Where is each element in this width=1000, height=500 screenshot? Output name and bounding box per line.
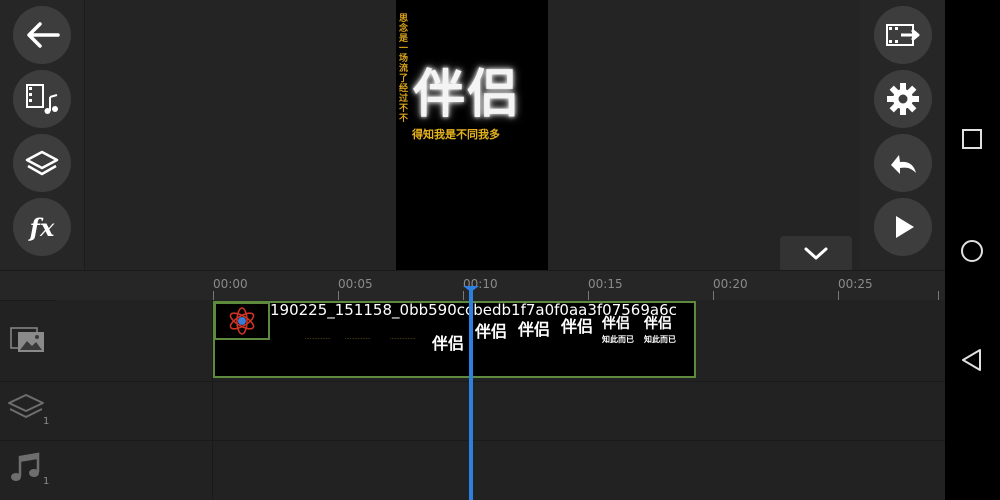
layers-track-icon[interactable] — [6, 393, 46, 423]
flower-logo-icon — [216, 304, 268, 338]
back-button[interactable] — [13, 6, 71, 64]
frame-title: 伴侣 — [602, 316, 630, 332]
tick-mark — [338, 291, 339, 300]
playhead[interactable] — [469, 288, 473, 500]
fx-icon: fx — [29, 212, 55, 242]
frame-title: 伴侣 — [475, 322, 508, 341]
back-nav-icon[interactable] — [960, 348, 984, 372]
frame-subtitle: 知此而已 — [602, 334, 634, 344]
tick-mark — [588, 291, 589, 300]
clip-thumbnail — [214, 302, 270, 340]
tick-mark — [938, 291, 939, 300]
play-button[interactable] — [874, 198, 932, 256]
frame-title: 伴侣 — [432, 334, 465, 353]
system-navigation-bar — [945, 0, 1000, 500]
video-track-icon[interactable] — [10, 327, 46, 353]
export-button[interactable] — [874, 6, 932, 64]
back-arrow-icon — [27, 22, 60, 48]
tick-mark — [213, 291, 214, 300]
media-music-icon — [26, 84, 58, 114]
recent-apps-icon[interactable] — [961, 128, 983, 150]
tick-mark — [713, 291, 714, 300]
tick-label: 00:05 — [338, 277, 373, 291]
tick-mark — [463, 291, 464, 300]
layers-icon — [25, 150, 59, 176]
tick-label: 00:00 — [213, 277, 248, 291]
frame-title: 伴侣 — [518, 320, 551, 339]
media-library-button[interactable] — [13, 70, 71, 128]
home-icon[interactable] — [960, 239, 984, 263]
track-headers: 1 1 — [0, 300, 56, 500]
frame-title: 伴侣 — [561, 317, 594, 336]
gear-icon — [887, 83, 919, 115]
tick-label: 00:20 — [713, 277, 748, 291]
chevron-down-icon — [804, 247, 828, 260]
music-track-icon[interactable] — [8, 452, 42, 484]
preview-subtitle: 得知我是不同我多 — [412, 128, 500, 141]
layers-button[interactable] — [13, 134, 71, 192]
collapse-button[interactable] — [780, 236, 852, 270]
settings-button[interactable] — [874, 70, 932, 128]
frame-decor-text: ················ — [345, 336, 371, 342]
tick-label: 00:15 — [588, 277, 623, 291]
tick-label: 00:25 — [838, 277, 873, 291]
undo-button[interactable] — [874, 134, 932, 192]
overlay-track-count: 1 — [43, 416, 50, 427]
frame-subtitle: 知此而已 — [644, 334, 676, 344]
undo-icon — [891, 155, 916, 174]
play-icon — [896, 216, 914, 238]
tick-mark — [838, 291, 839, 300]
audio-track-count: 1 — [43, 476, 50, 487]
export-film-icon — [886, 24, 920, 46]
effects-button[interactable]: fx — [13, 198, 71, 256]
frame-decor-text: ················ — [305, 336, 331, 342]
preview-vertical-text: 思念是一场流了经过不不 — [399, 14, 409, 124]
frame-title: 伴侣 — [644, 316, 672, 332]
preview-title: 伴侣 — [413, 64, 522, 125]
frame-decor-text: ················ — [390, 336, 416, 342]
